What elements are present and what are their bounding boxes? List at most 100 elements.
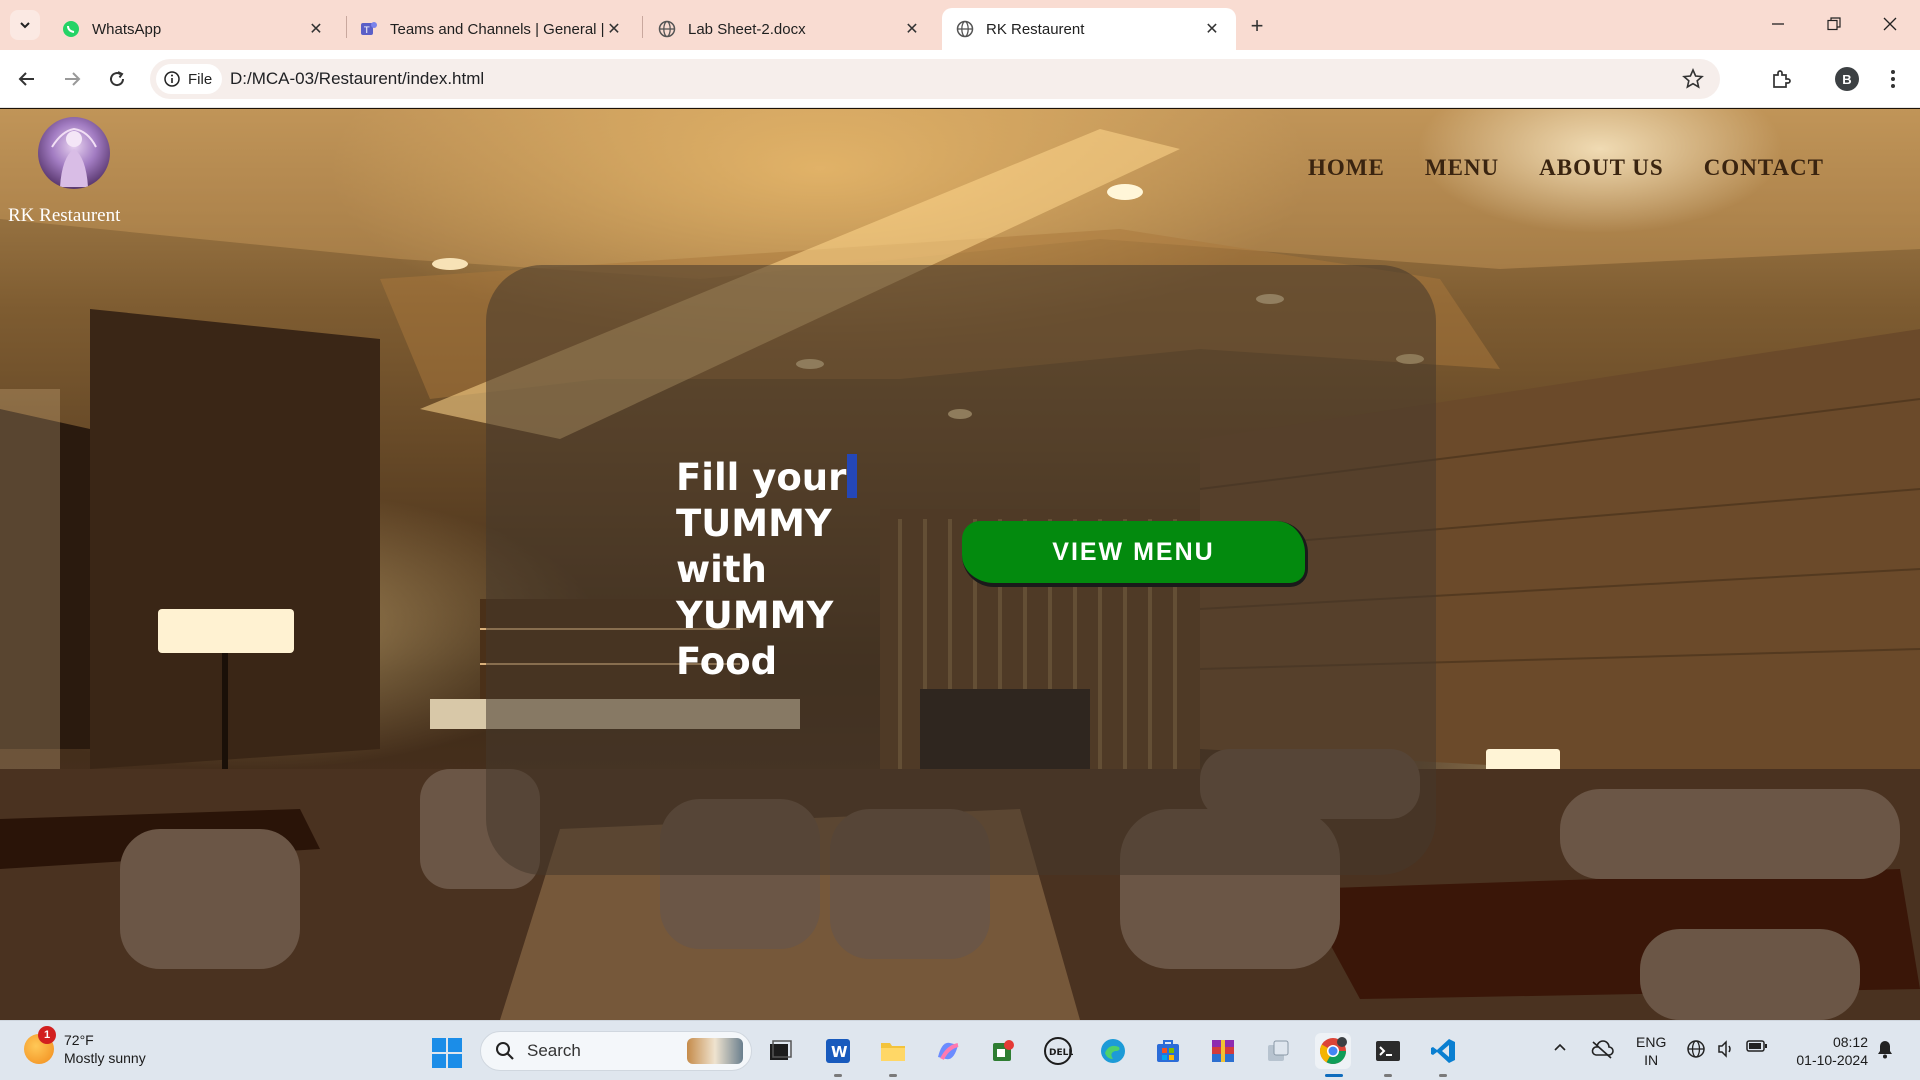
- whatsapp-icon: [62, 20, 80, 38]
- task-view-app[interactable]: [762, 1033, 798, 1069]
- tab-whatsapp[interactable]: WhatsApp ✕: [48, 8, 340, 50]
- store-icon: [1157, 1040, 1179, 1062]
- app-icon: [1268, 1040, 1289, 1061]
- weather-temp: 72°F: [64, 1032, 94, 1048]
- nav-about-us[interactable]: ABOUT US: [1539, 155, 1664, 181]
- reload-icon: [110, 71, 125, 87]
- svg-text:T: T: [363, 26, 370, 36]
- tab-separator: [642, 16, 643, 38]
- site-info-chip[interactable]: File: [156, 64, 223, 94]
- dell-app[interactable]: DELL: [1040, 1033, 1076, 1069]
- language-indicator[interactable]: ENG IN: [1636, 1033, 1666, 1069]
- tab-title: Teams and Channels | General |: [390, 20, 604, 38]
- chrome-app[interactable]: [1315, 1033, 1351, 1077]
- language-code: ENG: [1636, 1034, 1667, 1050]
- close-window-button[interactable]: [1862, 0, 1918, 48]
- microsoft-store-app[interactable]: [1150, 1033, 1186, 1069]
- copilot-app[interactable]: [930, 1033, 966, 1069]
- chevron-down-icon: [20, 22, 30, 29]
- cloud-off-icon: [1591, 1040, 1614, 1059]
- logo-figure-icon: [51, 127, 97, 187]
- running-indicator: [834, 1074, 842, 1077]
- back-button[interactable]: [10, 62, 44, 96]
- network-button[interactable]: [1686, 1039, 1706, 1059]
- winrar-app[interactable]: [1205, 1033, 1241, 1069]
- battery-button[interactable]: [1746, 1039, 1768, 1053]
- windows-logo-pane: [448, 1054, 462, 1068]
- globe-icon: [1687, 1040, 1705, 1058]
- tab-title: RK Restaurent: [986, 20, 1085, 38]
- misc-app[interactable]: [1260, 1033, 1296, 1069]
- word-app[interactable]: W: [820, 1033, 856, 1077]
- view-menu-button[interactable]: VIEW MENU: [962, 521, 1308, 587]
- bookmark-star-button[interactable]: [1682, 67, 1704, 95]
- show-hidden-icons-button[interactable]: [1552, 1039, 1568, 1055]
- url-text[interactable]: D:/MCA-03/Restaurent/index.html: [230, 69, 484, 89]
- tab-title: Lab Sheet-2.docx: [688, 20, 806, 38]
- forward-button[interactable]: [55, 62, 89, 96]
- file-explorer-app[interactable]: [875, 1033, 911, 1077]
- restore-icon: [1827, 17, 1841, 31]
- start-button[interactable]: [432, 1038, 462, 1068]
- notifications-button[interactable]: [1876, 1039, 1894, 1059]
- hero-line: Fill your: [676, 454, 896, 501]
- search-icon: [496, 1042, 514, 1060]
- running-indicator: [1384, 1074, 1392, 1077]
- minimize-icon: [1772, 23, 1784, 25]
- nav-menu[interactable]: MENU: [1425, 155, 1499, 181]
- profile-button[interactable]: B: [1830, 62, 1864, 96]
- paint-app[interactable]: [985, 1033, 1021, 1069]
- windows-logo-pane: [448, 1038, 462, 1052]
- taskbar-search[interactable]: Search: [480, 1031, 752, 1071]
- tab-strip: WhatsApp ✕ T Teams and Channels | Genera…: [0, 0, 1920, 50]
- restore-button[interactable]: [1806, 0, 1862, 48]
- browser-menu-button[interactable]: [1876, 62, 1910, 96]
- word-icon: W: [826, 1039, 850, 1063]
- edge-app[interactable]: [1095, 1033, 1131, 1069]
- sun-icon: 1: [24, 1026, 56, 1064]
- nav-home[interactable]: HOME: [1308, 155, 1385, 181]
- reload-button[interactable]: [100, 62, 134, 96]
- tab-teams[interactable]: T Teams and Channels | General | ✕: [346, 8, 638, 50]
- close-tab-icon[interactable]: ✕: [604, 19, 624, 39]
- running-indicator: [889, 1074, 897, 1077]
- close-tab-icon[interactable]: ✕: [902, 19, 922, 39]
- volume-button[interactable]: [1716, 1039, 1736, 1059]
- tab-rk-restaurent[interactable]: RK Restaurent ✕: [942, 8, 1236, 50]
- folder-icon: [881, 1043, 905, 1061]
- onedrive-button[interactable]: [1590, 1039, 1614, 1059]
- svg-text:W: W: [831, 1043, 848, 1061]
- dell-icon: DELL: [1044, 1037, 1073, 1065]
- chevron-up-icon: [1554, 1043, 1566, 1051]
- minimize-button[interactable]: [1750, 0, 1806, 48]
- restaurant-page: RK Restaurent HOME MENU ABOUT US CONTACT…: [0, 109, 1920, 1020]
- copilot-icon: [938, 1042, 959, 1060]
- close-tab-icon[interactable]: ✕: [1202, 19, 1222, 39]
- nav-contact[interactable]: CONTACT: [1704, 155, 1824, 181]
- tab-lab-sheet[interactable]: Lab Sheet-2.docx ✕: [644, 8, 936, 50]
- puzzle-icon: [1773, 70, 1791, 88]
- weather-widget[interactable]: 1 72°F Mostly sunny: [24, 1026, 146, 1067]
- speaker-icon: [1718, 1040, 1731, 1058]
- taskbar: 1 72°F Mostly sunny Search W DELL ENG IN…: [0, 1020, 1920, 1080]
- extensions-button[interactable]: [1764, 62, 1798, 96]
- tab-search-button[interactable]: [10, 10, 40, 40]
- text-cursor: [847, 454, 858, 498]
- more-vertical-icon: [1891, 70, 1895, 88]
- windows-logo-pane: [432, 1054, 446, 1068]
- windows-logo-pane: [432, 1038, 446, 1052]
- clock[interactable]: 08:12 01-10-2024: [1784, 1033, 1868, 1069]
- terminal-app[interactable]: [1370, 1033, 1406, 1077]
- terminal-icon: [1376, 1041, 1400, 1061]
- vscode-app[interactable]: [1425, 1033, 1461, 1077]
- close-tab-icon[interactable]: ✕: [306, 19, 326, 39]
- address-bar[interactable]: File D:/MCA-03/Restaurent/index.html: [150, 59, 1720, 99]
- new-tab-button[interactable]: +: [1243, 12, 1271, 40]
- site-navigation: HOME MENU ABOUT US CONTACT: [1308, 155, 1824, 181]
- active-indicator: [1325, 1074, 1343, 1077]
- site-info-label: File: [188, 70, 213, 88]
- svg-text:DELL: DELL: [1049, 1048, 1073, 1058]
- arrow-right-icon: [65, 72, 81, 86]
- teams-icon: T: [360, 20, 378, 38]
- brand-name: RK Restaurent: [8, 205, 121, 226]
